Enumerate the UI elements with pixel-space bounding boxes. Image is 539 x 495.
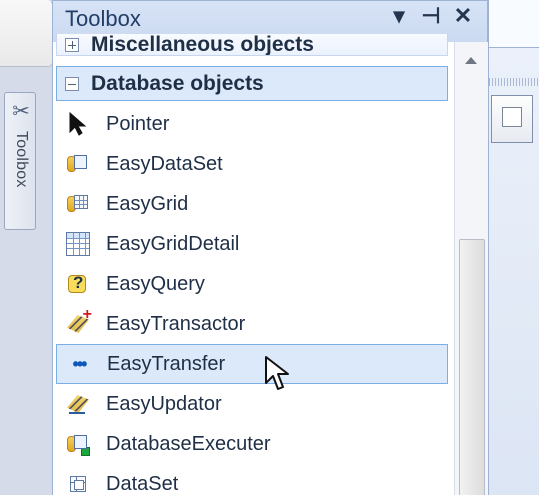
tool-item-label: EasyUpdator xyxy=(106,393,222,415)
collapse-icon[interactable] xyxy=(65,76,79,91)
easyquery-icon xyxy=(66,272,90,296)
easyupdator-icon xyxy=(66,392,90,416)
screen: ✂ Toolbox Toolbox ▾ ⊣ ✕ Miscellaneous ob… xyxy=(0,0,539,495)
tool-item-easygriddetail[interactable]: EasyGridDetail xyxy=(66,224,448,264)
toolbox-side-tab-label: Toolbox xyxy=(13,131,30,188)
green-badge-icon xyxy=(81,447,90,456)
tool-item-label: Pointer xyxy=(106,113,170,135)
pointer-icon xyxy=(66,112,90,136)
scroll-up-icon[interactable] xyxy=(465,57,477,64)
tool-item-label: EasyGridDetail xyxy=(106,233,240,255)
tool-item-easyquery[interactable]: EasyQuery xyxy=(66,264,448,304)
easydataset-icon xyxy=(66,152,90,176)
right-panel-button[interactable] xyxy=(491,95,533,143)
easytransfer-icon: ••• xyxy=(72,354,88,374)
tool-item-easytransactor[interactable]: EasyTransactor xyxy=(66,304,448,344)
tool-item-label: EasyQuery xyxy=(106,273,205,295)
right-panel-separator xyxy=(489,78,539,86)
tool-item-label: EasyDataSet xyxy=(106,153,223,175)
pin-icon[interactable]: ⊣ xyxy=(421,4,441,28)
tool-item-label: DatabaseExecuter xyxy=(106,433,271,455)
tool-item-databaseexecuter[interactable]: DatabaseExecuter xyxy=(66,424,448,464)
expand-icon[interactable] xyxy=(65,37,79,52)
tools-icon: ✂ xyxy=(12,99,30,123)
toolbox-item-list: Pointer EasyDataSet EasyGrid EasyGridDet… xyxy=(56,104,448,495)
tool-item-easyupdator[interactable]: EasyUpdator xyxy=(66,384,448,424)
easygriddetail-icon xyxy=(66,232,90,256)
section-misc-objects[interactable]: Miscellaneous objects xyxy=(56,34,448,56)
section-database-label: Database objects xyxy=(91,71,264,95)
right-panel-top xyxy=(489,0,539,48)
left-top-panel xyxy=(0,0,53,67)
right-panel xyxy=(488,0,539,495)
close-icon[interactable]: ✕ xyxy=(453,4,473,28)
dataset-icon xyxy=(66,472,90,495)
tool-item-label: EasyTransfer xyxy=(107,353,226,375)
vertical-scrollbar[interactable] xyxy=(454,42,488,495)
toolbox-header-controls: ▾ ⊣ ✕ xyxy=(389,4,473,28)
tool-item-label: EasyGrid xyxy=(106,193,189,215)
toolbox-side-tab[interactable]: ✂ Toolbox xyxy=(4,92,36,230)
dropdown-icon[interactable]: ▾ xyxy=(389,4,409,28)
scroll-thumb[interactable] xyxy=(459,239,485,495)
databaseexecuter-icon xyxy=(66,432,90,456)
tool-item-easydataset[interactable]: EasyDataSet xyxy=(66,144,448,184)
toolbox-title: Toolbox xyxy=(65,6,141,31)
tool-item-dataset[interactable]: DataSet xyxy=(66,464,448,495)
section-misc-label: Miscellaneous objects xyxy=(91,34,314,56)
section-database-objects[interactable]: Database objects xyxy=(56,66,448,101)
tool-item-easytransfer[interactable]: ••• EasyTransfer xyxy=(56,344,448,384)
easygrid-icon xyxy=(66,192,90,216)
tool-item-easygrid[interactable]: EasyGrid xyxy=(66,184,448,224)
tool-item-label: EasyTransactor xyxy=(106,313,246,335)
tool-item-label: DataSet xyxy=(106,473,179,495)
easytransactor-icon xyxy=(66,306,92,336)
tool-item-pointer[interactable]: Pointer xyxy=(66,104,448,144)
